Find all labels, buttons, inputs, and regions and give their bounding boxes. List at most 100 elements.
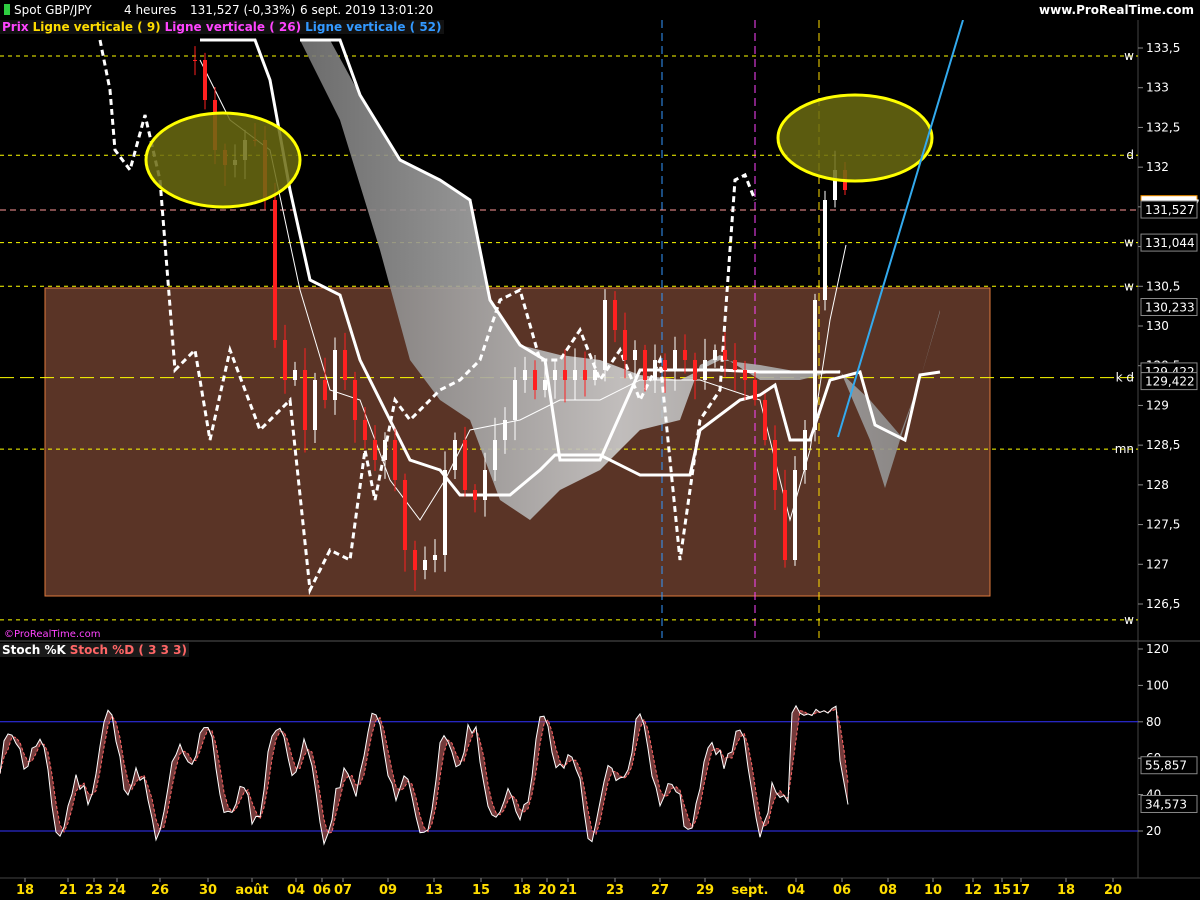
stoch-tick-label: 80: [1146, 715, 1161, 729]
candle-body: [563, 370, 567, 380]
candle-body: [733, 360, 737, 370]
candle-body: [353, 380, 357, 420]
date-label: 26: [151, 883, 169, 898]
stoch-tick-label: 120: [1146, 642, 1169, 656]
candle-body: [473, 490, 477, 500]
candle-body: [343, 350, 347, 380]
candle-body: [553, 370, 557, 380]
timeframe: 4 heures: [124, 3, 177, 17]
legend-line-9[interactable]: Ligne verticale ( 9): [30, 20, 163, 34]
candle-body: [623, 330, 627, 360]
candle-body: [763, 400, 767, 440]
legend-stoch-k[interactable]: Stoch %K: [0, 643, 68, 657]
candle-body: [333, 350, 337, 400]
candle-body: [683, 350, 687, 360]
candle-body: [773, 440, 777, 490]
date-label: 04: [787, 883, 805, 898]
candle-body: [193, 60, 197, 61]
price-tick-label: 132: [1146, 160, 1169, 174]
level-marker: w: [1124, 279, 1134, 293]
candle-body: [573, 370, 577, 380]
stoch-tick-label: 20: [1146, 824, 1161, 838]
price-value-label: 129,422: [1145, 375, 1195, 389]
last-price: 131,527 (-0,33%): [190, 3, 296, 17]
stoch-tick-label: 100: [1146, 678, 1169, 692]
level-marker: w: [1124, 49, 1134, 63]
price-tick-label: 130: [1146, 319, 1169, 333]
date-label: 09: [379, 883, 397, 898]
candle-body: [463, 440, 467, 490]
candle-body: [513, 380, 517, 420]
candle-body: [663, 360, 667, 370]
price-tick-label: 127,5: [1146, 518, 1180, 532]
price-tick-label: 128: [1146, 478, 1169, 492]
candle-body: [443, 470, 447, 555]
candle-body: [423, 560, 427, 570]
level-marker: k d: [1116, 371, 1134, 385]
chart-canvas: 133,5133132,5132131,5131130,5130129,5129…: [0, 19, 1200, 898]
date-label: 13: [425, 883, 443, 898]
date-label: 06: [833, 883, 851, 898]
date-label: 29: [696, 883, 714, 898]
candle-body: [593, 370, 597, 380]
candle-body: [823, 200, 827, 300]
candle-body: [653, 360, 657, 380]
candle-body: [373, 440, 377, 460]
price-legend: Prix Ligne verticale ( 9) Ligne verticale …: [0, 20, 444, 36]
candle-body: [783, 490, 787, 560]
legend-line-52[interactable]: Ligne verticale ( 52): [303, 20, 444, 34]
legend-stoch-d[interactable]: Stoch %D ( 3 3 3): [67, 643, 189, 657]
date-label: 24: [108, 883, 126, 898]
price-tick-label: 133,5: [1146, 41, 1180, 55]
candle-body: [803, 430, 807, 470]
candle-body: [613, 300, 617, 330]
price-tick-label: 128,5: [1146, 438, 1180, 452]
date-label: 07: [334, 883, 352, 898]
instrument-name: Spot GBP/JPY: [14, 3, 92, 17]
candle-body: [493, 440, 497, 470]
date-label: 18: [513, 883, 531, 898]
price-value-label: 130,233: [1145, 300, 1195, 314]
candle-body: [503, 420, 507, 440]
level-marker: d: [1126, 148, 1134, 162]
date-label: 21: [59, 883, 77, 898]
candle-body: [293, 370, 297, 380]
candle-body: [453, 440, 457, 470]
date-label: 18: [1057, 883, 1075, 898]
stoch-axis: 1201008060402055,85734,573: [1138, 642, 1198, 838]
price-tick-label: 126,5: [1146, 597, 1180, 611]
legend-price[interactable]: Prix: [0, 20, 31, 34]
date-label: 17: [1012, 883, 1030, 898]
brand: www.ProRealTime.com: [1039, 3, 1194, 17]
date-label: 20: [1104, 883, 1122, 898]
candle-body: [813, 300, 817, 430]
candle-body: [693, 360, 697, 380]
stoch-value-label: 55,857: [1145, 759, 1187, 773]
price-value-label: 131,527: [1145, 203, 1195, 217]
candle-body: [303, 370, 307, 430]
candle-body: [583, 370, 587, 380]
stoch-value-label: 34,573: [1145, 797, 1187, 811]
stoch-legend: Stoch %K Stoch %D ( 3 3 3): [0, 643, 189, 659]
price-value-label: 131,044: [1145, 236, 1195, 250]
date-label: 23: [85, 883, 103, 898]
candle-body: [273, 200, 277, 340]
level-marker: w: [1124, 613, 1134, 627]
price-tick-label: 127: [1146, 557, 1169, 571]
datetime: 6 sept. 2019 13:01:20: [300, 3, 434, 17]
price-tick-label: 133: [1146, 81, 1169, 95]
date-label: 10: [924, 883, 942, 898]
date-label: 18: [16, 883, 34, 898]
candle-body: [323, 380, 327, 400]
candle-body: [633, 350, 637, 360]
instrument-icon: [4, 4, 10, 15]
legend-line-26[interactable]: Ligne verticale ( 26): [162, 20, 304, 34]
price-tick-label: 132,5: [1146, 120, 1180, 134]
candle-body: [713, 350, 717, 360]
candle-body: [673, 350, 677, 370]
date-label: 27: [651, 883, 669, 898]
title-bar: Spot GBP/JPY 4 heures 131,527 (-0,33%) 6…: [0, 0, 1200, 20]
candle-body: [543, 380, 547, 390]
candle-body: [203, 60, 207, 100]
date-label: août: [235, 883, 268, 898]
